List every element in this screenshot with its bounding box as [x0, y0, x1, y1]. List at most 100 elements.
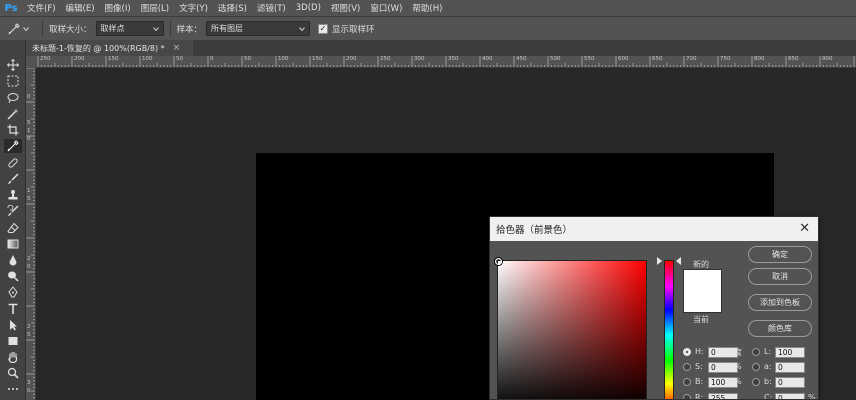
path-selection-tool[interactable] — [4, 318, 22, 332]
hue-slider[interactable] — [664, 260, 674, 399]
ruler-label: 150 — [108, 56, 119, 62]
ruler-label: 750 — [720, 56, 731, 62]
gradient-tool[interactable] — [4, 237, 22, 251]
dialog-title-bar[interactable]: 拾色器（前景色） ✕ — [490, 217, 818, 241]
menu-window[interactable]: 窗口(W) — [365, 2, 407, 14]
healing-brush-tool[interactable] — [4, 156, 22, 170]
move-icon — [7, 59, 19, 71]
options-bar: 取样大小： 取样点 样本： 所有图层 ✓ 显示取样环 — [0, 16, 856, 40]
color-libraries-button[interactable]: 颜色库 — [748, 320, 812, 337]
ruler-ticks — [26, 68, 35, 399]
close-icon[interactable]: ✕ — [799, 221, 810, 236]
ruler-label: 0 — [27, 264, 31, 270]
photoshop-logo: Ps — [4, 2, 18, 14]
move-tool[interactable] — [4, 58, 22, 72]
eyedropper-tool[interactable] — [4, 139, 22, 153]
a-label: a: — [764, 362, 772, 371]
menu-bar: Ps 文件(F) 编辑(E) 图像(I) 图层(L) 文字(Y) 选择(S) 滤… — [0, 0, 856, 16]
eyedropper-icon — [7, 140, 19, 152]
document-tab[interactable]: 未标题-1-恢复的 @ 100%(RGB/8) * × — [26, 40, 193, 56]
sample-size-label: 取样大小： — [49, 24, 92, 35]
ruler-label: 350 — [448, 56, 459, 62]
rectangle-icon — [8, 337, 18, 345]
chevron-down-icon — [152, 26, 159, 31]
brush-icon — [8, 173, 19, 184]
r-input[interactable]: 255 — [708, 393, 738, 399]
bandage-icon — [8, 158, 18, 168]
eraser-tool[interactable] — [4, 221, 22, 235]
menu-image[interactable]: 图像(I) — [100, 2, 136, 14]
quick-selection-tool[interactable] — [4, 107, 22, 121]
chevron-down-icon — [23, 26, 29, 31]
clone-stamp-tool[interactable] — [4, 188, 22, 202]
menu-help[interactable]: 帮助(H) — [407, 2, 447, 14]
tool-preset-picker[interactable] — [0, 17, 36, 41]
ruler-label: 150 — [312, 56, 323, 62]
sample-size-select[interactable]: 取样点 — [95, 21, 164, 36]
ruler-label: 1 — [27, 188, 31, 194]
menu-type[interactable]: 文字(Y) — [174, 2, 213, 14]
close-icon[interactable]: × — [173, 43, 181, 53]
menu-view[interactable]: 视图(V) — [326, 2, 365, 14]
new-color-swatch — [683, 269, 722, 313]
horizontal-ruler[interactable]: 250 200 150 100 50 0 50 100 150 200 250 … — [36, 56, 856, 68]
c-input[interactable]: 0 — [775, 393, 805, 399]
saturation-brightness-field[interactable] — [495, 258, 647, 399]
l-radio[interactable] — [752, 348, 760, 356]
ruler-label: 5 — [27, 120, 31, 126]
cancel-button[interactable]: 取消 — [748, 268, 812, 285]
ok-button[interactable]: 确定 — [748, 246, 812, 263]
edit-toolbar-tool[interactable] — [4, 382, 22, 396]
vertical-ruler[interactable]: 0 5 1 0 1 5 2 0 2 5 3 0 — [26, 68, 36, 400]
pen-tool[interactable] — [4, 285, 22, 299]
marquee-icon — [7, 75, 19, 87]
ruler-label: 200 — [346, 56, 357, 62]
lab-b-input[interactable]: 0 — [775, 377, 805, 388]
l-label: L: — [764, 347, 772, 356]
zoom-tool[interactable] — [4, 366, 22, 380]
s-radio[interactable] — [683, 363, 691, 371]
ruler-label: 0 — [27, 136, 31, 142]
color-picker-dialog: 拾色器（前景色） ✕ 新的 当前 确定 取消 添加到色板 颜色库 H: 0 度 … — [489, 216, 819, 400]
color-marker[interactable] — [495, 258, 502, 265]
ruler-label: 200 — [74, 56, 85, 62]
b-radio[interactable] — [683, 378, 691, 386]
rectangle-tool[interactable] — [4, 334, 22, 348]
hue-slider-arrow-icon[interactable] — [676, 257, 681, 265]
ruler-label: 2 — [27, 256, 31, 262]
menu-file[interactable]: 文件(F) — [22, 2, 61, 14]
dodge-tool[interactable] — [4, 269, 22, 283]
lab-b-radio[interactable] — [752, 378, 760, 386]
h-radio[interactable] — [683, 348, 691, 356]
type-tool[interactable] — [4, 302, 22, 316]
a-radio[interactable] — [752, 363, 760, 371]
blur-tool[interactable] — [4, 253, 22, 267]
sample-select[interactable]: 所有图层 — [206, 21, 311, 36]
history-brush-icon — [7, 205, 19, 216]
current-color-label: 当前 — [693, 315, 709, 324]
hand-tool[interactable] — [4, 350, 22, 364]
menu-layer[interactable]: 图层(L) — [136, 2, 174, 14]
drop-icon — [9, 255, 17, 266]
a-input[interactable]: 0 — [775, 362, 805, 373]
hue-slider-arrow-icon[interactable] — [657, 257, 662, 265]
marquee-tool[interactable] — [4, 74, 22, 88]
menu-select[interactable]: 选择(S) — [213, 2, 252, 14]
eyedropper-icon — [8, 22, 20, 34]
r-radio[interactable] — [683, 394, 691, 399]
menu-3d[interactable]: 3D(D) — [291, 3, 326, 13]
add-to-swatches-button[interactable]: 添加到色板 — [748, 294, 812, 311]
menu-filter[interactable]: 滤镜(T) — [252, 2, 291, 14]
crop-tool[interactable] — [4, 123, 22, 137]
show-sampling-ring-checkbox[interactable]: ✓ — [318, 23, 329, 34]
menu-edit[interactable]: 编辑(E) — [61, 2, 100, 14]
brush-tool[interactable] — [4, 172, 22, 186]
more-icon — [8, 388, 18, 390]
s-unit: % — [734, 362, 742, 371]
lasso-tool[interactable] — [4, 91, 22, 105]
dodge-icon — [8, 271, 19, 282]
l-input[interactable]: 100 — [775, 347, 805, 358]
ruler-label: 100 — [142, 56, 153, 62]
c-unit: % — [808, 393, 816, 400]
history-brush-tool[interactable] — [4, 204, 22, 218]
